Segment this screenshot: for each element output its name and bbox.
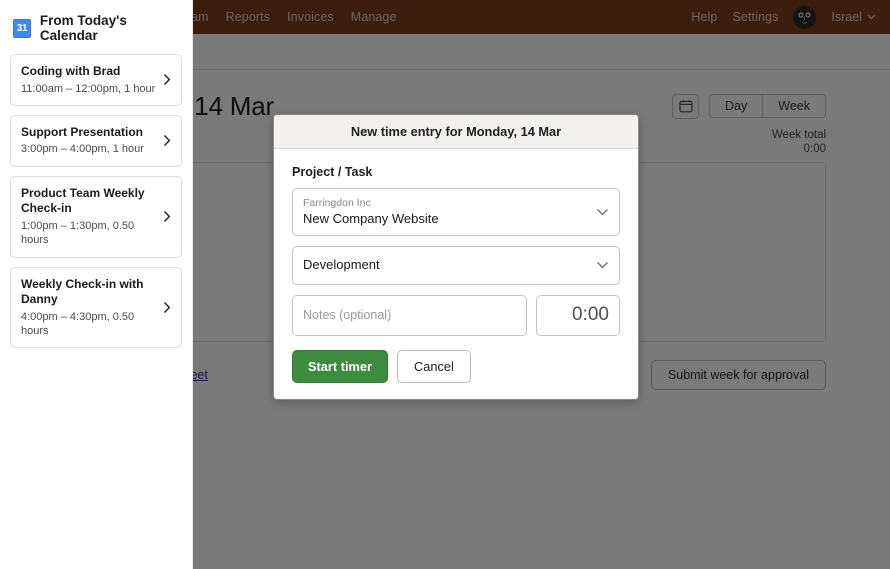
list-item[interactable]: Coding with Brad 11:00am – 12:00pm, 1 ho… [10,54,182,106]
event-time: 4:00pm – 4:30pm, 0.50 hours [21,310,157,339]
project-name: New Company Website [303,210,589,228]
event-text: Product Team Weekly Check-in 1:00pm – 1:… [21,186,157,248]
event-time: 11:00am – 12:00pm, 1 hour [21,82,157,96]
list-item[interactable]: Product Team Weekly Check-in 1:00pm – 1:… [10,176,182,258]
project-select[interactable]: Farringdon Inc New Company Website [292,188,620,236]
event-title: Support Presentation [21,125,157,141]
notes-input[interactable] [292,295,527,336]
event-title: Coding with Brad [21,64,157,80]
project-client-name: Farringdon Inc [303,196,589,210]
list-item[interactable]: Support Presentation 3:00pm – 4:00pm, 1 … [10,115,182,167]
chevron-right-icon [163,134,171,147]
chevron-right-icon [163,73,171,86]
event-time: 1:00pm – 1:30pm, 0.50 hours [21,219,157,248]
task-select[interactable]: Development [292,246,620,284]
dialog-body: Project / Task Farringdon Inc New Compan… [274,149,638,399]
calendar-panel-header: 31 From Today's Calendar [10,0,182,54]
app-root: eam Reports Invoices Manage Help Setting… [0,0,890,569]
chevron-down-icon [596,261,609,269]
chevron-right-icon [163,210,171,223]
dialog-title: New time entry for Monday, 14 Mar [274,115,638,149]
event-time: 3:00pm – 4:00pm, 1 hour [21,142,157,156]
list-item[interactable]: Weekly Check-in with Danny 4:00pm – 4:30… [10,267,182,349]
event-text: Weekly Check-in with Danny 4:00pm – 4:30… [21,277,157,339]
task-name: Development [303,256,589,274]
event-text: Support Presentation 3:00pm – 4:00pm, 1 … [21,125,157,157]
calendar-panel-title: From Today's Calendar [40,13,179,43]
event-title: Product Team Weekly Check-in [21,186,157,217]
dialog-actions: Start timer Cancel [292,350,620,383]
notes-and-timer-row: 0:00 [292,295,620,336]
cancel-button[interactable]: Cancel [397,350,471,383]
google-calendar-icon: 31 [13,19,31,38]
timer-display[interactable]: 0:00 [536,295,620,336]
event-text: Coding with Brad 11:00am – 12:00pm, 1 ho… [21,64,157,96]
chevron-down-icon [596,208,609,216]
event-title: Weekly Check-in with Danny [21,277,157,308]
start-timer-button[interactable]: Start timer [292,350,388,383]
chevron-right-icon [163,301,171,314]
calendar-side-panel: 31 From Today's Calendar Coding with Bra… [0,0,193,569]
project-task-label: Project / Task [292,165,620,179]
new-time-entry-dialog: New time entry for Monday, 14 Mar Projec… [273,114,639,400]
